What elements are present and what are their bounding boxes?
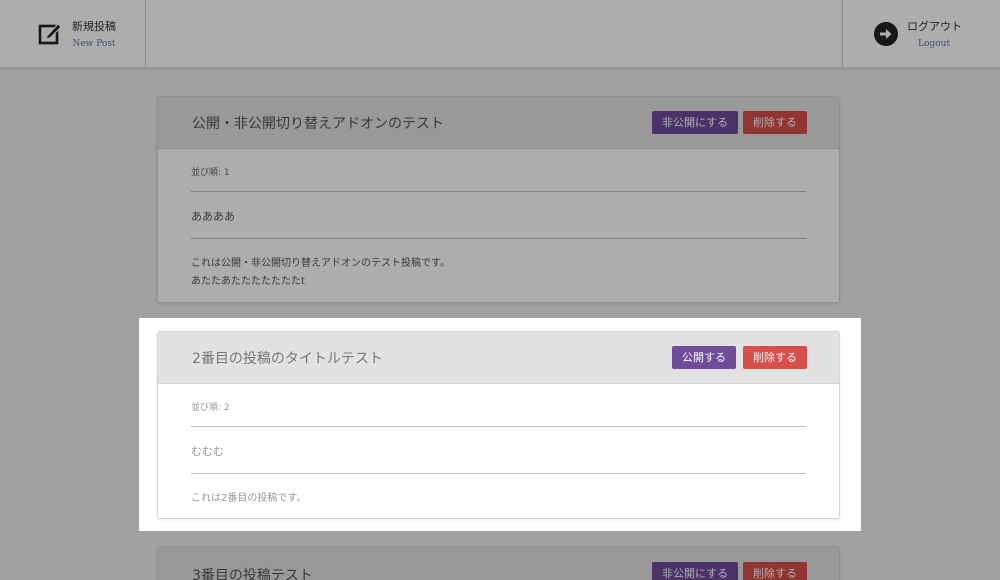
post-body: これは2番目の投稿です。	[191, 474, 806, 508]
unpublish-button[interactable]: 非公開にする	[652, 562, 739, 580]
post-body-line: あたたあたたたたたたたt	[191, 276, 305, 287]
post-card-header: 3番目の投稿テスト 非公開にする 削除する	[158, 547, 839, 580]
logout-text: ログアウト	[907, 20, 962, 33]
delete-button[interactable]: 削除する	[743, 562, 807, 580]
post-subtitle: ああああ	[191, 192, 806, 239]
post-body-line: これは公開・非公開切り替えアドオンのテスト投稿です。	[191, 258, 450, 269]
publish-button[interactable]: 公開する	[672, 346, 736, 369]
unpublish-button[interactable]: 非公開にする	[652, 111, 739, 134]
post-card-3: 3番目の投稿テスト 非公開にする 削除する	[157, 546, 840, 580]
post-body: これは公開・非公開切り替えアドオンのテスト投稿です。 あたたあたたたたたたたt	[191, 239, 806, 291]
post-body-line: これは2番目の投稿です。	[191, 493, 307, 504]
post-card-header: 2番目の投稿のタイトルテスト 公開する 削除する	[158, 332, 839, 384]
logout-button[interactable]: ログアウト Logout	[842, 0, 1000, 68]
new-post-sub: New Post	[72, 39, 116, 49]
edit-icon	[38, 23, 62, 45]
logout-sub: Logout	[918, 39, 950, 49]
arrow-right-circle-icon	[874, 22, 898, 46]
top-header: 新規投稿 New Post ログアウト Logout	[0, 0, 1000, 68]
new-post-button[interactable]: 新規投稿 New Post	[0, 0, 146, 68]
post-order: 並び順: 2	[191, 384, 806, 427]
post-card-body: 並び順: 2 むむむ これは2番目の投稿です。	[158, 384, 839, 508]
post-card-header: 公開・非公開切り替えアドオンのテスト 非公開にする 削除する	[158, 97, 839, 149]
post-subtitle: むむむ	[191, 427, 806, 474]
delete-button[interactable]: 削除する	[743, 111, 807, 134]
post-order: 並び順: 1	[191, 149, 806, 192]
post-title: 2番目の投稿のタイトルテスト	[192, 351, 383, 367]
post-title: 3番目の投稿テスト	[192, 568, 313, 580]
new-post-text: 新規投稿	[72, 20, 116, 33]
new-post-label: 新規投稿 New Post	[72, 18, 116, 49]
delete-button[interactable]: 削除する	[743, 346, 807, 369]
post-card-1: 公開・非公開切り替えアドオンのテスト 非公開にする 削除する 並び順: 1 ああ…	[157, 96, 840, 303]
post-card-body: 並び順: 1 ああああ これは公開・非公開切り替えアドオンのテスト投稿です。 あ…	[158, 149, 839, 291]
post-card-2: 2番目の投稿のタイトルテスト 公開する 削除する 並び順: 2 むむむ これは2…	[157, 331, 840, 519]
logout-label: ログアウト Logout	[907, 18, 962, 49]
post-title: 公開・非公開切り替えアドオンのテスト	[192, 116, 444, 132]
